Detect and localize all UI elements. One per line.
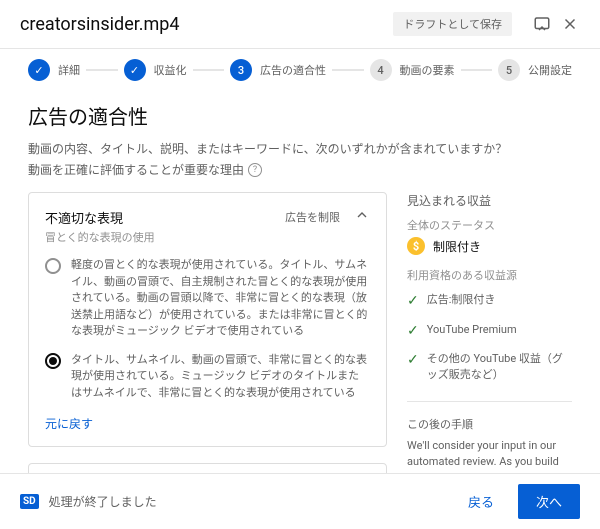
restriction-badge: 広告を制限 (285, 209, 340, 225)
radio-icon (45, 353, 61, 369)
check-icon: ✓ (124, 59, 146, 81)
card-subtitle: 冒とく的な表現の使用 (45, 229, 370, 245)
chevron-up-icon[interactable] (354, 207, 370, 227)
help-icon: ? (248, 163, 262, 177)
close-icon[interactable] (560, 14, 580, 34)
feedback-icon[interactable] (532, 14, 552, 34)
dollar-icon: $ (407, 237, 425, 255)
file-title: creatorsinsider.mp4 (20, 14, 393, 35)
next-steps-heading: この後の手順 (407, 416, 572, 432)
step-elements[interactable]: 4動画の要素 (370, 59, 455, 81)
processing-status: 処理が終了しました (49, 493, 444, 510)
check-icon: ✓ (28, 59, 50, 81)
why-link[interactable]: 動画を正確に評価することが重要な理由? (28, 161, 572, 178)
source-item: ✓その他の YouTube 収益（グッズ販売など） (407, 346, 572, 387)
sources-label: 利用資格のある収益源 (407, 267, 572, 283)
next-steps-text: We'll consider your input in our automat… (407, 438, 572, 473)
card-inappropriate-language: 不適切な表現 広告を制限 冒とく的な表現の使用 軽度の冒とく的な表現が使用されて… (28, 192, 387, 447)
status-label: 全体のステータス (407, 217, 572, 233)
save-draft-button[interactable]: ドラフトとして保存 (393, 12, 512, 36)
source-item: ✓YouTube Premium (407, 317, 572, 347)
stepper: ✓詳細 ✓収益化 3広告の適合性 4動画の要素 5公開設定 (0, 49, 600, 95)
card-title: 不適切な表現 (45, 208, 285, 227)
back-button[interactable]: 戻る (454, 484, 508, 519)
radio-icon (45, 258, 61, 274)
radio-option-mild[interactable]: 軽度の冒とく的な表現が使用されている。タイトル、サムネイル、動画の冒頭で、自主規… (45, 257, 370, 340)
check-icon: ✓ (407, 351, 419, 371)
quality-badge: SD (20, 494, 39, 509)
modal-footer: SD 処理が終了しました 戻る 次へ (0, 473, 600, 529)
card-adult-content: アダルト コンテンツ なし 性的な行動、言葉、または表現 恋愛やキス、性交に言及… (28, 463, 387, 473)
source-item: ✓広告:制限付き (407, 287, 572, 317)
modal-header: creatorsinsider.mp4 ドラフトとして保存 (0, 0, 600, 49)
sidebar-revenue: 見込まれる収益 全体のステータス $ 制限付き 利用資格のある収益源 ✓広告:制… (407, 192, 572, 473)
step-details[interactable]: ✓詳細 (28, 59, 80, 81)
step-monetization[interactable]: ✓収益化 (124, 59, 187, 81)
step-ad-suitability[interactable]: 3広告の適合性 (230, 59, 326, 81)
next-button[interactable]: 次へ (518, 484, 580, 519)
page-description: 動画の内容、タイトル、説明、またはキーワードに、次のいずれかが含まれていますか？ (28, 140, 572, 157)
check-icon: ✓ (407, 322, 419, 342)
revenue-heading: 見込まれる収益 (407, 192, 572, 209)
reset-link[interactable]: 元に戻す (45, 415, 93, 432)
status-value: 制限付き (433, 238, 481, 255)
check-icon: ✓ (407, 292, 419, 312)
step-visibility[interactable]: 5公開設定 (498, 59, 572, 81)
radio-option-strong[interactable]: タイトル、サムネイル、動画の冒頭で、非常に冒とく的な表現が使用されている。ミュー… (45, 352, 370, 402)
page-title: 広告の適合性 (28, 101, 572, 130)
